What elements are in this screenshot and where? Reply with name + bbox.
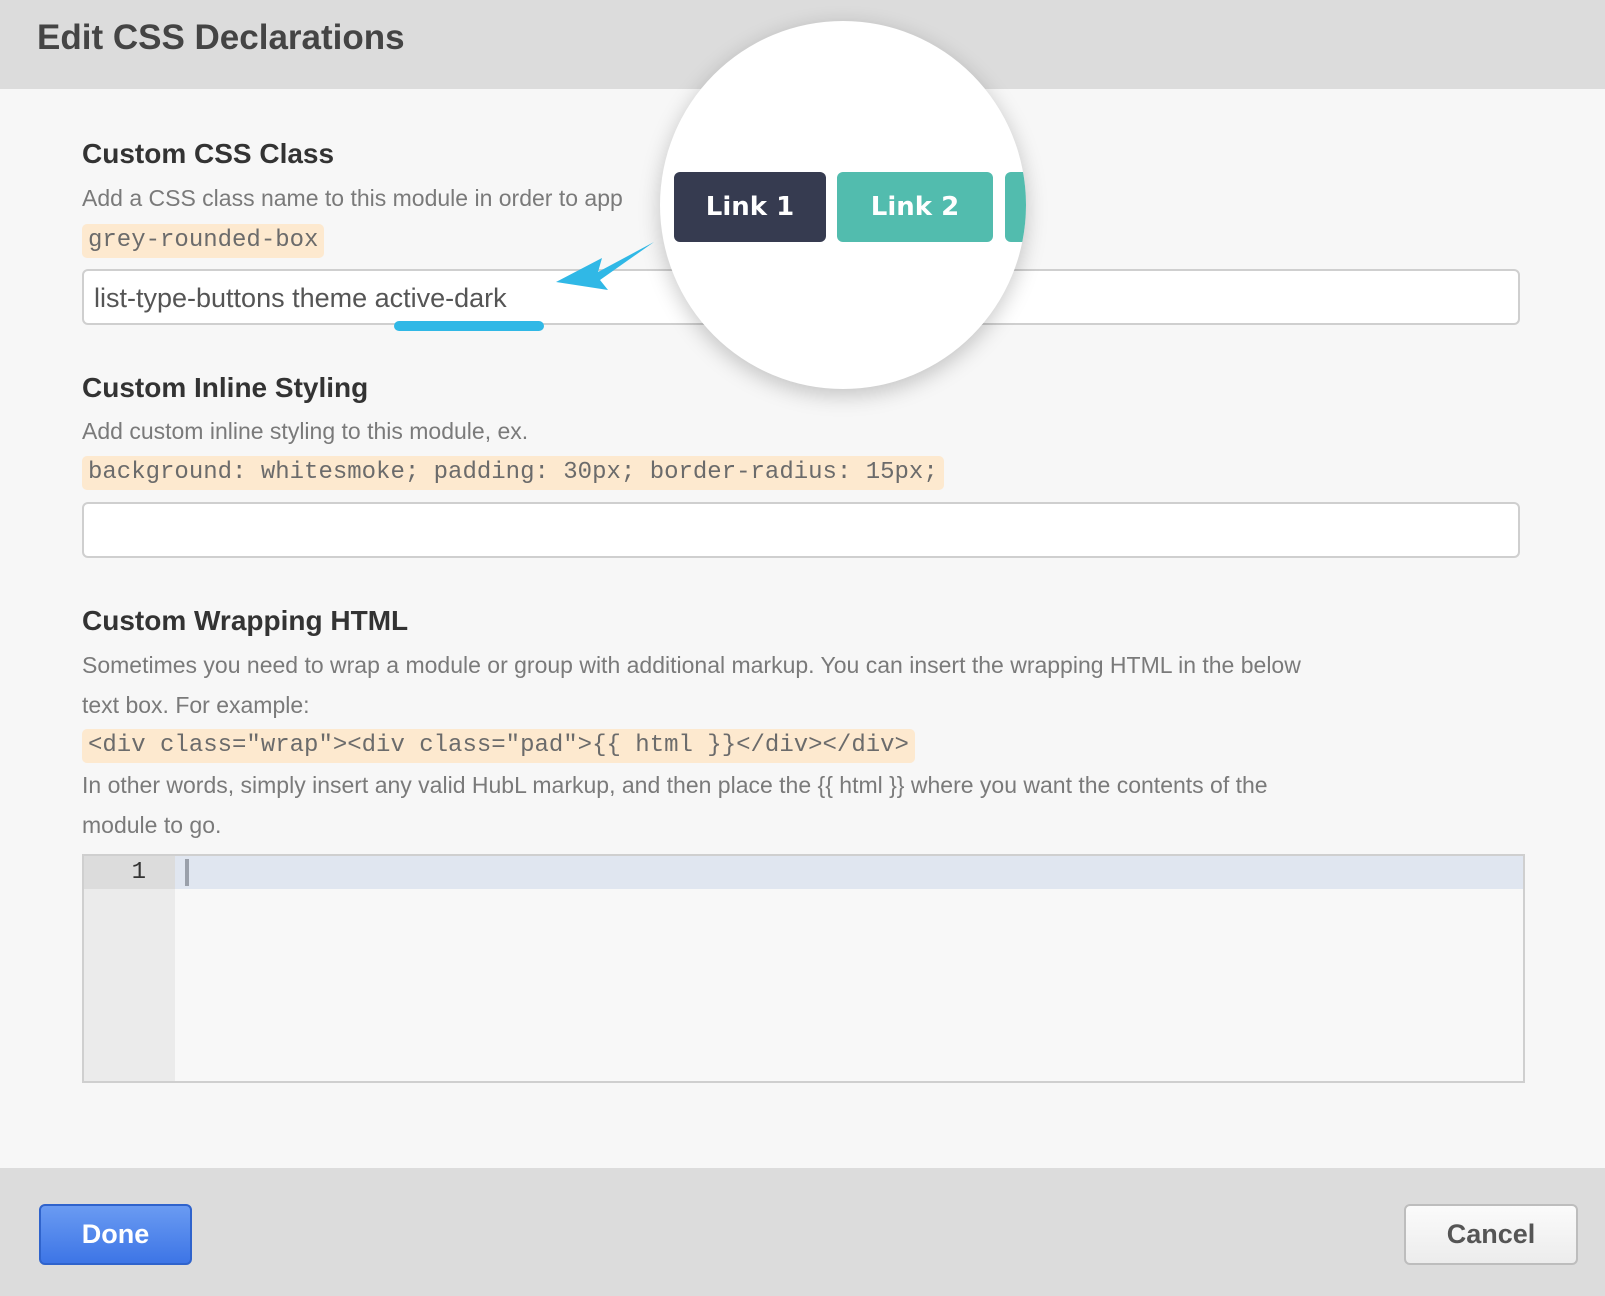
inline-styling-example: background: whitesmoke; padding: 30px; b… — [82, 456, 944, 490]
css-class-heading: Custom CSS Class — [82, 138, 335, 169]
css-class-description: Add a CSS class name to this module in o… — [82, 185, 623, 211]
editor-line-number: 1 — [131, 859, 146, 886]
css-class-example: grey-rounded-box — [82, 224, 325, 258]
pointer-arrow-icon — [556, 242, 654, 290]
wrapping-html-example: <div class="wrap"><div class="pad">{{ ht… — [82, 729, 915, 763]
done-button[interactable]: Done — [39, 1204, 192, 1265]
cancel-button[interactable]: Cancel — [1404, 1204, 1578, 1265]
preview-magnifier: Link 1 Link 2 — [660, 21, 1026, 389]
inline-styling-input[interactable] — [82, 502, 1520, 558]
inline-styling-heading: Custom Inline Styling — [82, 372, 369, 403]
preview-link-3-button-partial — [1005, 172, 1026, 242]
wrapping-html-note-line2: module to go. — [82, 812, 222, 838]
editor-active-line[interactable] — [175, 856, 1523, 889]
inline-styling-description: Add custom inline styling to this module… — [82, 418, 529, 444]
preview-link-1-button: Link 1 — [674, 172, 826, 242]
wrapping-html-heading: Custom Wrapping HTML — [82, 605, 409, 636]
wrapping-html-note-line1: In other words, simply insert any valid … — [82, 772, 1268, 798]
wrapping-html-description-line1: Sometimes you need to wrap a module or g… — [82, 652, 1301, 678]
wrapping-html-code-editor[interactable]: 1 — [82, 854, 1525, 1083]
preview-link-2-button: Link 2 — [837, 172, 993, 242]
dialog-title: Edit CSS Declarations — [37, 18, 405, 57]
wrapping-html-description-line2: text box. For example: — [82, 692, 310, 718]
editor-gutter — [84, 856, 175, 1081]
editor-cursor — [185, 859, 189, 886]
dialog-footer — [0, 1168, 1605, 1296]
highlight-underline — [394, 321, 544, 331]
